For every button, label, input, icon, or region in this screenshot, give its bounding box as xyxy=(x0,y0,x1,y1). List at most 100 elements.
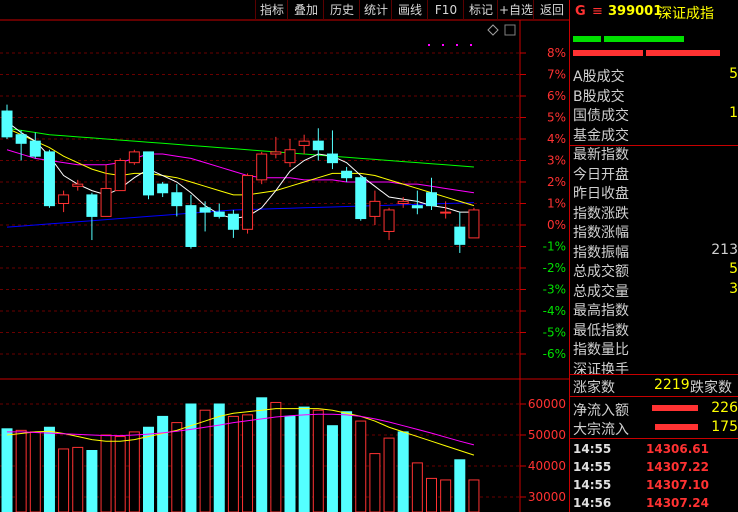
flow-label: 大宗流入 xyxy=(573,422,629,438)
volume-bar xyxy=(454,459,466,512)
volume-bar xyxy=(171,422,183,512)
volume-bar xyxy=(440,479,452,512)
y-tick-label: -2% xyxy=(543,261,566,275)
volume-bar xyxy=(185,403,197,512)
volume-bar xyxy=(100,434,112,512)
ma120-line xyxy=(6,202,474,228)
y-tick-label: 6% xyxy=(547,89,566,103)
candle-body xyxy=(86,194,98,217)
ma60-line xyxy=(6,127,474,168)
toolbar-button-8[interactable]: 返回 xyxy=(533,0,570,20)
index-name: 深证成指 xyxy=(658,6,714,22)
down-count-label: 跌家数 xyxy=(690,380,732,396)
volume-bar xyxy=(128,431,140,512)
toolbar-button-6[interactable]: 标记 xyxy=(463,0,498,20)
volume-bar xyxy=(86,450,98,512)
candle-body xyxy=(355,177,367,220)
quote-label: A股成交 xyxy=(573,69,625,85)
quote-label: 最新指数 xyxy=(573,147,629,163)
y-tick-label: 0% xyxy=(547,218,566,232)
volume-bar xyxy=(369,453,381,512)
panel-divider xyxy=(570,374,738,375)
candle-body xyxy=(72,183,84,187)
candle-body xyxy=(440,211,452,214)
y-tick-label: 1% xyxy=(547,197,566,211)
y-tick-label: -3% xyxy=(543,283,566,297)
quote-label: 深证换手 xyxy=(573,361,629,378)
quote-label: B股成交 xyxy=(573,88,625,105)
red-ratio-bar-2 xyxy=(646,50,720,56)
marker-dot xyxy=(470,44,472,46)
volume-bar xyxy=(157,415,169,512)
marker-dot xyxy=(428,44,430,46)
volume-bar xyxy=(15,429,27,512)
volume-bar xyxy=(213,403,225,512)
candle-body xyxy=(369,200,381,217)
diamond-icon xyxy=(487,24,499,36)
toolbar-button-5[interactable]: F10 xyxy=(427,0,464,20)
y-tick-label: 4% xyxy=(547,132,566,146)
y-tick-label: -4% xyxy=(543,304,566,318)
volume-bar xyxy=(58,448,70,512)
toolbar-button-3[interactable]: 统计 xyxy=(359,0,392,20)
up-count-value: 2219 xyxy=(654,377,690,393)
candle-body xyxy=(29,140,41,157)
volume-bar xyxy=(43,426,55,512)
candle-body xyxy=(128,151,140,164)
candle-body xyxy=(341,170,353,179)
candle-body xyxy=(298,140,310,146)
tick-time: 14:55 xyxy=(573,442,612,456)
toolbar-button-2[interactable]: 历史 xyxy=(323,0,360,20)
y-tick-label: -6% xyxy=(543,347,566,361)
candle-body xyxy=(185,205,197,247)
volume-bar xyxy=(143,426,154,512)
toolbar-button-4[interactable]: 画线 xyxy=(391,0,428,20)
quote-value: 3 xyxy=(729,280,738,297)
candle-body xyxy=(227,213,239,230)
tick-time: 14:56 xyxy=(573,496,612,510)
candle-body xyxy=(284,149,296,164)
flow-value: 226 xyxy=(711,400,738,416)
green-ratio-bar xyxy=(573,36,601,42)
y-tick-label: 3% xyxy=(547,154,566,168)
candle-body xyxy=(256,153,268,181)
header-g-label: G xyxy=(575,4,586,19)
volume-bar xyxy=(29,431,41,512)
quote-label: 指数涨幅 xyxy=(573,225,629,241)
vol-tick-label: 50000 xyxy=(528,428,566,442)
ma10-line xyxy=(6,127,475,207)
quote-value: 1 xyxy=(729,105,738,121)
volume-bar xyxy=(326,425,338,512)
flow-value: 175 xyxy=(711,419,738,435)
volume-bar xyxy=(270,401,282,512)
tick-price: 14307.22 xyxy=(646,460,710,474)
flow-label: 净流入额 xyxy=(573,403,629,419)
volume-bar xyxy=(383,437,395,512)
candle-body xyxy=(326,153,338,164)
volume-bar xyxy=(284,415,296,512)
volume-bar xyxy=(199,409,211,512)
kline-chart[interactable]: 8% 7% 6% 5% 4% 3% 2% 1% 0% -1% -2% -3% -4% -5% -6% 6000… xyxy=(0,0,570,512)
volume-bar xyxy=(114,436,126,512)
toolbar-button-0[interactable]: 指标 xyxy=(255,0,288,20)
up-count-label: 涨家数 xyxy=(573,380,615,396)
vol-tick-label: 40000 xyxy=(528,459,566,473)
volume-bar xyxy=(227,415,239,512)
candle-body xyxy=(143,151,154,196)
menu-icon[interactable]: ≡ xyxy=(592,4,603,19)
toolbar-button-1[interactable]: 叠加 xyxy=(287,0,324,20)
candle-body xyxy=(157,183,169,194)
quote-label: 总成交额 xyxy=(573,264,629,280)
quote-value: 213 xyxy=(711,241,738,258)
candle-body xyxy=(312,140,324,151)
index-code: 399001 xyxy=(608,4,663,19)
candle-body xyxy=(43,151,55,207)
volume-bar xyxy=(242,414,254,512)
volume-bar xyxy=(468,479,480,512)
toolbar-button-7[interactable]: +自选 xyxy=(497,0,534,20)
quote-label: 总成交量 xyxy=(573,283,629,300)
y-tick-label: 8% xyxy=(547,46,566,60)
flow-bar xyxy=(652,405,698,411)
candle-body xyxy=(100,187,112,217)
quote-label: 指数涨跌 xyxy=(573,205,629,222)
